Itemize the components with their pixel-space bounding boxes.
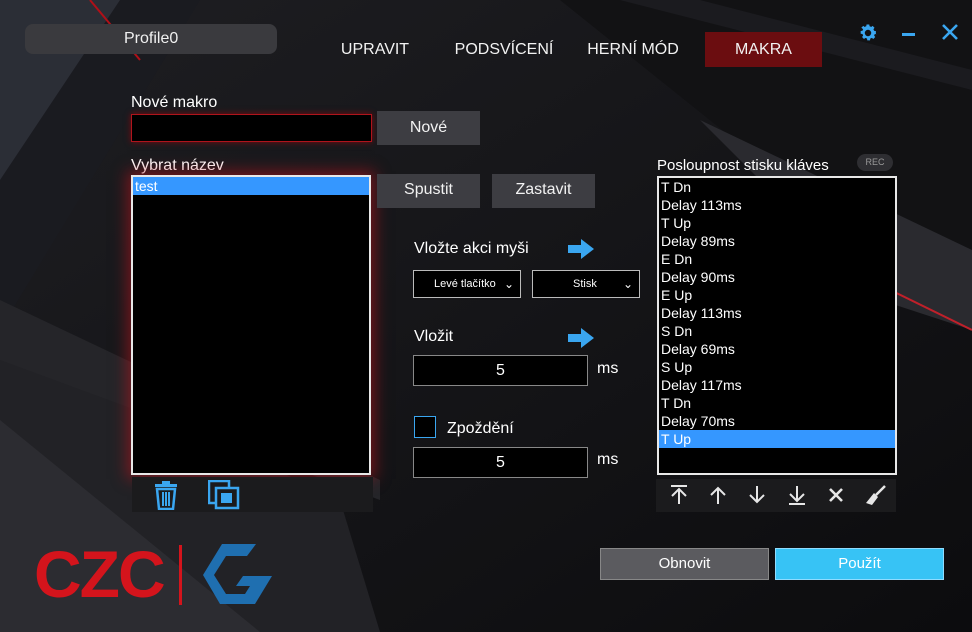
delay-label: Zpoždění <box>447 420 514 437</box>
czc-g-logo-icon <box>200 542 280 608</box>
list-item[interactable]: T Up <box>659 214 895 232</box>
list-item[interactable]: Delay 69ms <box>659 340 895 358</box>
insert-label: Vložit <box>414 328 454 345</box>
close-icon[interactable] <box>940 22 960 42</box>
list-item[interactable]: E Dn <box>659 250 895 268</box>
list-item[interactable]: E Up <box>659 286 895 304</box>
chevron-down-icon: ⌄ <box>503 277 514 291</box>
list-item[interactable]: S Dn <box>659 322 895 340</box>
mouse-button-value: Levé tlačítko <box>434 278 496 290</box>
new-macro-input[interactable] <box>131 114 372 142</box>
list-item[interactable]: T Dn <box>659 178 895 196</box>
select-name-label: Vybrat název <box>131 157 224 174</box>
reset-button[interactable]: Obnovit <box>600 548 769 580</box>
list-item[interactable]: Delay 117ms <box>659 376 895 394</box>
mouse-action-dropdown[interactable]: Stisk ⌄ <box>532 270 640 298</box>
list-item[interactable]: test <box>133 177 369 195</box>
key-sequence-label: Posloupnost stisku kláves <box>657 157 829 174</box>
czc-logo-text: CZC <box>34 537 166 611</box>
tab-upravit[interactable]: UPRAVIT <box>329 32 421 67</box>
list-item[interactable]: Delay 113ms <box>659 196 895 214</box>
new-macro-label: Nové makro <box>131 94 218 111</box>
insert-delay-arrow-icon[interactable] <box>567 327 595 349</box>
copy-icon[interactable] <box>207 479 240 510</box>
move-down-icon[interactable] <box>746 484 768 511</box>
mouse-action-label: Vložte akci myši <box>414 240 529 257</box>
stop-button[interactable]: Zastavit <box>492 174 595 208</box>
list-item[interactable]: Delay 113ms <box>659 304 895 322</box>
insert-delay-input[interactable]: 5 <box>413 355 588 386</box>
macro-list-toolbar <box>132 477 373 512</box>
profile-selector[interactable]: Profile0 <box>25 24 277 54</box>
apply-button[interactable]: Použít <box>775 548 944 580</box>
list-item[interactable]: Delay 90ms <box>659 268 895 286</box>
move-bottom-icon[interactable] <box>786 484 808 511</box>
mouse-action-value: Stisk <box>573 278 597 290</box>
clear-broom-icon[interactable] <box>865 484 887 511</box>
tab-herni-mod[interactable]: HERNÍ MÓD <box>580 32 686 67</box>
chevron-down-icon: ⌄ <box>622 277 633 291</box>
list-item[interactable]: Delay 70ms <box>659 412 895 430</box>
tab-makra[interactable]: MAKRA <box>705 32 822 67</box>
move-up-icon[interactable] <box>707 484 729 511</box>
key-sequence-list[interactable]: T Dn Delay 113ms T Up Delay 89ms E Dn De… <box>657 176 897 475</box>
gear-icon[interactable] <box>857 22 879 44</box>
mouse-button-dropdown[interactable]: Levé tlačítko ⌄ <box>413 270 521 298</box>
macro-name-list[interactable]: test <box>131 175 371 475</box>
logo-divider <box>179 545 182 605</box>
insert-unit-label: ms <box>597 360 619 377</box>
delay-checkbox[interactable] <box>414 416 436 438</box>
move-top-icon[interactable] <box>668 484 690 511</box>
list-item[interactable]: S Up <box>659 358 895 376</box>
delete-x-icon[interactable] <box>827 486 845 509</box>
run-button[interactable]: Spustit <box>377 174 480 208</box>
tab-podsviceni[interactable]: PODSVÍCENÍ <box>446 32 562 67</box>
list-item[interactable]: T Up <box>659 430 895 448</box>
trash-icon[interactable] <box>152 480 180 511</box>
delay-unit-label: ms <box>597 451 619 468</box>
insert-mouse-action-arrow-icon[interactable] <box>567 238 595 260</box>
new-macro-button[interactable]: Nové <box>377 111 480 145</box>
rec-button[interactable]: REC <box>857 154 893 171</box>
minimize-icon[interactable] <box>902 33 915 36</box>
delay-input[interactable]: 5 <box>413 447 588 478</box>
sequence-toolbar <box>656 479 896 512</box>
list-item[interactable]: Delay 89ms <box>659 232 895 250</box>
list-item[interactable]: T Dn <box>659 394 895 412</box>
